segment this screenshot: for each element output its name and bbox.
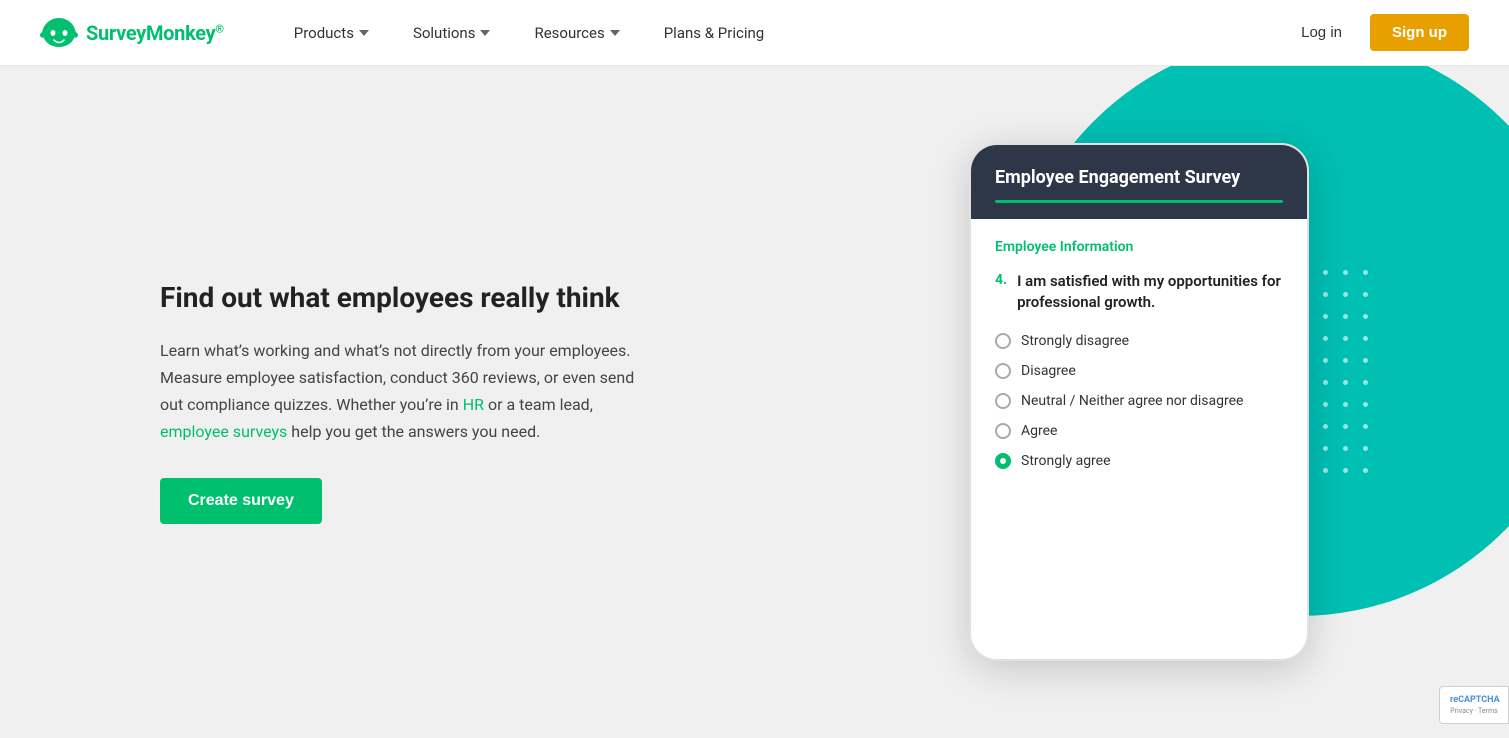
radio-unselected-icon[interactable] xyxy=(995,333,1011,349)
radio-option: Disagree xyxy=(995,363,1283,379)
dot xyxy=(1323,468,1328,473)
dot xyxy=(1343,468,1348,473)
create-survey-button[interactable]: Create survey xyxy=(160,478,322,524)
nav-links: Products Solutions Resources Plans & Pri… xyxy=(272,0,1289,66)
hero-body: Learn what’s working and what’s not dire… xyxy=(160,337,640,446)
solutions-chevron-icon xyxy=(480,30,490,36)
dot xyxy=(1363,336,1368,341)
nav-solutions[interactable]: Solutions xyxy=(391,0,513,66)
hero-title: Find out what employees really think xyxy=(160,280,640,316)
radio-option: Strongly disagree xyxy=(995,333,1283,349)
dot xyxy=(1343,402,1348,407)
dot xyxy=(1363,424,1368,429)
hero-body-text3: help you get the answers you need. xyxy=(287,422,540,441)
phone-body: Employee Information 4. I am satisfied w… xyxy=(971,219,1307,659)
radio-options-list: Strongly disagree Disagree Neutral / Neith… xyxy=(995,333,1283,469)
dot xyxy=(1343,270,1348,275)
radio-unselected-icon[interactable] xyxy=(995,423,1011,439)
question-text-content: I am satisfied with my opportunities for… xyxy=(1017,271,1283,313)
phone-mockup: Employee Engagement Survey Employee Info… xyxy=(969,143,1309,661)
recaptcha-badge: reCAPTCHA Privacy · Terms xyxy=(1439,686,1509,724)
dot xyxy=(1363,292,1368,297)
dot xyxy=(1363,270,1368,275)
hero-body-text2: or a team lead, xyxy=(484,395,593,414)
survey-question: 4. I am satisfied with my opportunities … xyxy=(995,271,1283,313)
radio-option-label: Strongly disagree xyxy=(1021,333,1129,349)
recaptcha-links: Privacy · Terms xyxy=(1450,707,1498,715)
dot xyxy=(1323,424,1328,429)
survey-header-bar xyxy=(995,200,1283,203)
logo-link[interactable]: SurveyMonkey® xyxy=(40,18,224,48)
dot xyxy=(1343,380,1348,385)
login-button[interactable]: Log in xyxy=(1289,16,1354,49)
products-chevron-icon xyxy=(359,30,369,36)
nav-resources[interactable]: Resources xyxy=(512,0,641,66)
radio-option-label: Agree xyxy=(1021,423,1057,439)
radio-option: Neutral / Neither agree nor disagree xyxy=(995,393,1283,409)
radio-option: Strongly agree xyxy=(995,453,1283,469)
logo-text: SurveyMonkey® xyxy=(86,21,224,45)
dot xyxy=(1323,270,1328,275)
question-number: 4. xyxy=(995,271,1007,313)
dot xyxy=(1323,336,1328,341)
dot xyxy=(1363,380,1368,385)
dot xyxy=(1363,314,1368,319)
dot xyxy=(1343,292,1348,297)
dot xyxy=(1363,402,1368,407)
nav-actions: Log in Sign up xyxy=(1289,14,1469,51)
dot xyxy=(1343,336,1348,341)
radio-option-label: Strongly agree xyxy=(1021,453,1111,469)
dot xyxy=(1323,358,1328,363)
recaptcha-logo: reCAPTCHA xyxy=(1450,695,1498,705)
dot xyxy=(1323,380,1328,385)
dot xyxy=(1323,446,1328,451)
hero-content: Find out what employees really think Lea… xyxy=(160,280,640,523)
dot xyxy=(1323,402,1328,407)
radio-unselected-icon[interactable] xyxy=(995,363,1011,379)
hero-right-decoration: // Generate dots inline via JS after DOM… xyxy=(809,66,1509,738)
dot xyxy=(1363,358,1368,363)
radio-unselected-icon[interactable] xyxy=(995,393,1011,409)
employee-surveys-link[interactable]: employee surveys xyxy=(160,422,287,441)
survey-title: Employee Engagement Survey xyxy=(995,167,1283,188)
hr-link[interactable]: HR xyxy=(463,395,484,414)
resources-chevron-icon xyxy=(610,30,620,36)
survey-section-title: Employee Information xyxy=(995,239,1283,255)
radio-option-label: Neutral / Neither agree nor disagree xyxy=(1021,393,1243,409)
surveymonkey-logo-icon xyxy=(40,18,78,48)
nav-plans-pricing[interactable]: Plans & Pricing xyxy=(642,0,786,66)
dot xyxy=(1343,314,1348,319)
navbar: SurveyMonkey® Products Solutions Resourc… xyxy=(0,0,1509,66)
hero-section: Find out what employees really think Lea… xyxy=(0,66,1509,738)
radio-selected-icon[interactable] xyxy=(995,453,1011,469)
dot xyxy=(1343,358,1348,363)
radio-option: Agree xyxy=(995,423,1283,439)
signup-button[interactable]: Sign up xyxy=(1370,14,1469,51)
dot xyxy=(1343,446,1348,451)
dot xyxy=(1323,292,1328,297)
dot xyxy=(1323,314,1328,319)
dot xyxy=(1363,446,1368,451)
nav-products[interactable]: Products xyxy=(272,0,391,66)
phone-header: Employee Engagement Survey xyxy=(971,145,1307,219)
dot xyxy=(1343,424,1348,429)
dot xyxy=(1363,468,1368,473)
radio-option-label: Disagree xyxy=(1021,363,1076,379)
